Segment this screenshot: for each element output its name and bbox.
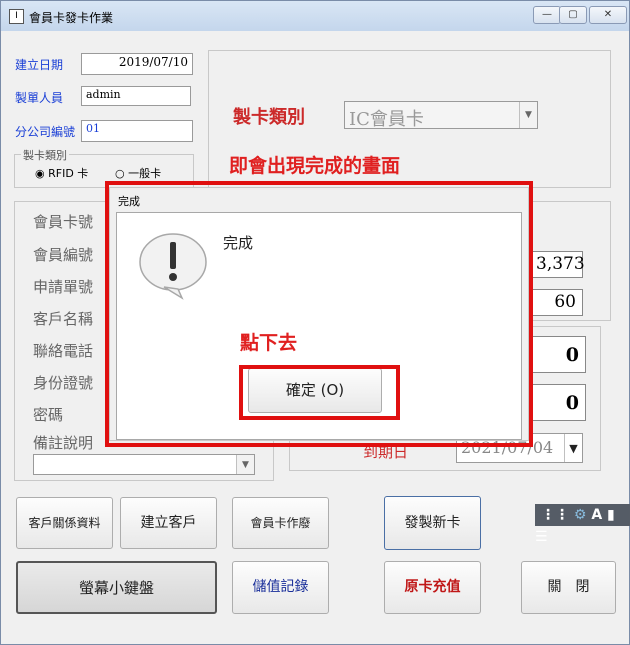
main-window: I 會員卡發卡作業 — ▢ ✕ 建立日期 2019/07/10 製單人員 adm…: [0, 0, 630, 645]
date-field[interactable]: 2019/07/10: [81, 53, 193, 75]
recharge-button[interactable]: 原卡充值: [384, 561, 481, 614]
stored-value-button[interactable]: 儲值記錄: [232, 561, 329, 614]
create-customer-button[interactable]: 建立客戶: [120, 497, 217, 549]
title-bar: I 會員卡發卡作業 — ▢ ✕: [1, 1, 629, 31]
app-icon: I: [9, 9, 24, 24]
ime-fullwidth-icon: ▮: [607, 507, 615, 523]
card-void-button[interactable]: 會員卡作廢: [232, 497, 329, 549]
radio-rfid-label: RFID 卡: [48, 167, 89, 180]
date-label: 建立日期: [15, 58, 64, 72]
card-type-label: 製卡類別: [233, 107, 305, 128]
ime-grip-icon: ⋮⋮: [541, 507, 569, 523]
branch-label: 分公司編號: [15, 125, 76, 139]
annotation-top: 即會出現完成的畫面: [229, 155, 401, 177]
label-card-no: 會員卡號: [33, 213, 94, 231]
warning-icon: [138, 232, 208, 300]
window-title: 會員卡發卡作業: [29, 11, 114, 25]
label-phone: 聯絡電話: [33, 342, 94, 360]
maker-field[interactable]: admin: [81, 86, 191, 106]
customer-info-button[interactable]: 客戶關係資料: [16, 497, 113, 549]
branch-field[interactable]: 01: [81, 120, 193, 142]
card-type-group-label: 製卡類別: [21, 147, 69, 163]
radio-normal-label: 一般卡: [128, 167, 162, 180]
label-remarks: 備註說明: [33, 434, 94, 452]
screen-keyboard-button[interactable]: 螢幕小鍵盤: [16, 561, 217, 614]
ime-menu-icon: ☰: [535, 529, 548, 545]
value-field-2[interactable]: 60: [529, 289, 583, 316]
radio-normal[interactable]: ○ 一般卡: [115, 165, 161, 181]
ime-mode-text: A: [591, 507, 603, 523]
ime-settings-icon: ⚙: [573, 507, 587, 523]
dialog-title: 完成: [118, 195, 140, 208]
label-password: 密碼: [33, 406, 64, 424]
chevron-down-icon: ▼: [564, 434, 582, 462]
close-window-button[interactable]: ✕: [589, 6, 627, 24]
issue-card-button[interactable]: 發製新卡: [384, 496, 481, 550]
chevron-down-icon: ▼: [236, 455, 254, 474]
maker-label: 製單人員: [15, 91, 64, 105]
card-type-select[interactable]: IC會員卡 ▼: [344, 101, 538, 130]
label-customer-name: 客戶名稱: [33, 310, 94, 328]
label-id-no: 身份證號: [33, 374, 94, 392]
annotation-click: 點下去: [240, 332, 298, 354]
label-member-no: 會員編號: [33, 246, 94, 264]
close-button[interactable]: 關 閉: [521, 561, 616, 614]
card-type-value: IC會員卡: [349, 109, 424, 130]
chevron-down-icon: ▼: [519, 102, 537, 128]
minimize-button[interactable]: —: [533, 6, 561, 24]
maximize-button[interactable]: ▢: [559, 6, 587, 24]
remarks-combo[interactable]: ▼: [33, 454, 255, 475]
label-application-no: 申請單號: [33, 278, 94, 296]
annotation-frame-ok: [239, 365, 400, 420]
ime-toolbar[interactable]: ⋮⋮ ⚙ A ▮ ☰: [535, 504, 630, 545]
dialog-message: 完成: [223, 234, 254, 252]
radio-rfid[interactable]: ◉ RFID 卡: [35, 165, 88, 181]
value-field-1[interactable]: 3,373: [529, 251, 585, 278]
